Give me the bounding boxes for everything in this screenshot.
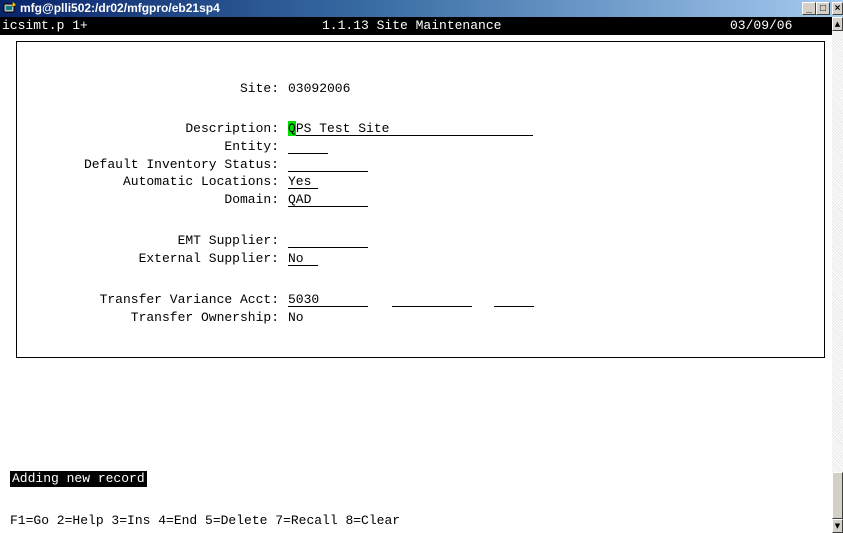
program-name: icsimt.p 1+ <box>2 18 88 33</box>
transfer-variance-acct-field[interactable]: 5030 <box>288 292 368 307</box>
status-line: icsimt.p 1+ 1.1.13 Site Maintenance 03/0… <box>0 17 832 35</box>
transfer-variance-costcenter-field[interactable] <box>494 292 534 307</box>
entity-field[interactable] <box>288 139 328 154</box>
close-button[interactable]: × <box>832 2 843 15</box>
function-key-bar: F1=Go 2=Help 3=Ins 4=End 5=Delete 7=Reca… <box>10 513 401 528</box>
domain-label: Domain: <box>224 192 279 207</box>
site-label: Site: <box>239 81 279 96</box>
automatic-locations-label: Automatic Locations: <box>122 174 279 189</box>
external-supplier-field[interactable]: No <box>288 251 318 266</box>
description-value: PS Test Site <box>295 121 390 136</box>
text-cursor: Q <box>288 121 296 136</box>
description-field[interactable]: QPS Test Site <box>288 121 533 136</box>
external-supplier-label: External Supplier: <box>138 251 279 266</box>
screen-date: 03/09/06 <box>730 18 793 33</box>
transfer-variance-acct-label: Transfer Variance Acct: <box>99 292 279 307</box>
maximize-button[interactable]: □ <box>816 2 830 15</box>
emt-supplier-field[interactable] <box>288 233 368 248</box>
domain-field[interactable]: QAD <box>288 192 368 207</box>
scroll-down-arrow-icon[interactable]: ▼ <box>832 519 843 533</box>
scroll-up-arrow-icon[interactable]: ▲ <box>832 17 843 31</box>
screen-title: 1.1.13 Site Maintenance <box>322 18 502 33</box>
transfer-ownership-value: No <box>288 310 304 325</box>
scroll-thumb[interactable] <box>832 472 843 519</box>
default-inventory-status-field[interactable] <box>288 157 368 172</box>
transfer-ownership-label: Transfer Ownership: <box>130 310 279 325</box>
default-inventory-status-label: Default Inventory Status: <box>83 157 279 172</box>
emt-supplier-label: EMT Supplier: <box>177 233 279 248</box>
terminal-app-icon[interactable] <box>3 1 17 15</box>
site-value: 03092006 <box>288 81 351 96</box>
automatic-locations-field[interactable]: Yes <box>288 174 318 189</box>
entity-label: Entity: <box>224 139 279 154</box>
minimize-button[interactable]: _ <box>802 2 816 15</box>
window-title-bar[interactable]: mfg@plli502:/dr02/mfgpro/eb21sp4 _ □ × <box>0 0 843 17</box>
status-message: Adding new record <box>10 471 147 487</box>
terminal-screen[interactable]: icsimt.p 1+ 1.1.13 Site Maintenance 03/0… <box>0 17 832 533</box>
window-title: mfg@plli502:/dr02/mfgpro/eb21sp4 <box>20 1 220 15</box>
description-label: Description: <box>185 121 279 136</box>
vertical-scrollbar[interactable]: ▲ ▼ <box>832 17 843 533</box>
transfer-variance-subacct-field[interactable] <box>392 292 472 307</box>
